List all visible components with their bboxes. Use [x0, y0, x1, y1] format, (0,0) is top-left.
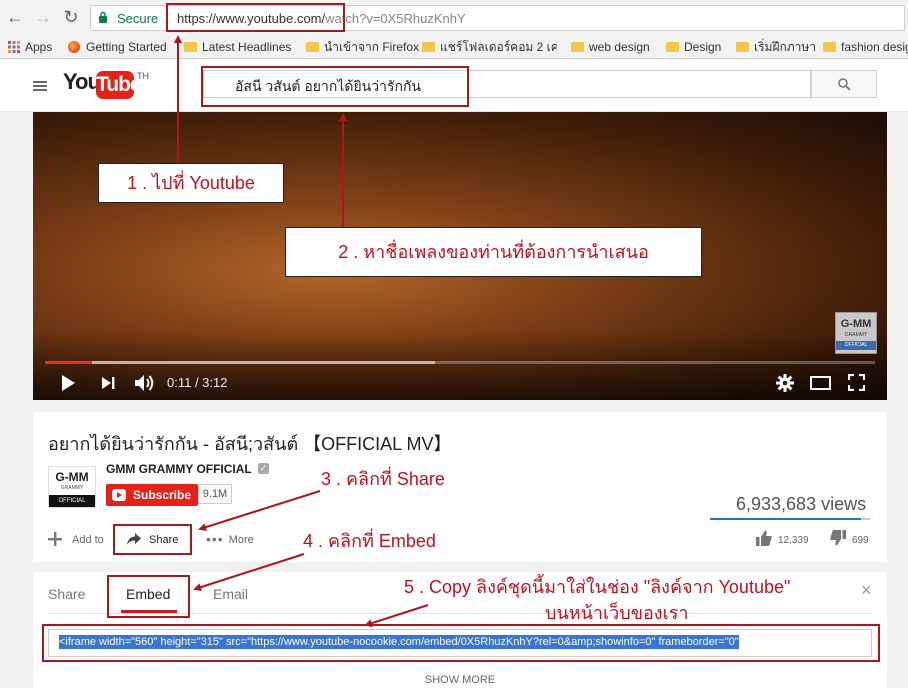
arrow-to-share [198, 490, 321, 532]
arrow-to-embed-code [364, 604, 429, 627]
arrow-to-embed [193, 553, 305, 591]
callout-step-5: 5 . Copy ลิงค์ชุดนี้มาใส่ในช่อง "ลิงค์จา… [404, 577, 791, 597]
callout-step-1: 1 . ไปที่ Youtube [98, 163, 284, 203]
callout-step-3: 3 . คลิกที่ Share [321, 469, 445, 489]
callout-step-5-line-2: บนหน้าเว็บของเรา [545, 603, 689, 623]
callout-step-4: 4 . คลิกที่ Embed [303, 531, 436, 551]
callout-step-2: 2 . หาชื่อเพลงของท่านที่ต้องการนำเสนอ [285, 227, 702, 277]
